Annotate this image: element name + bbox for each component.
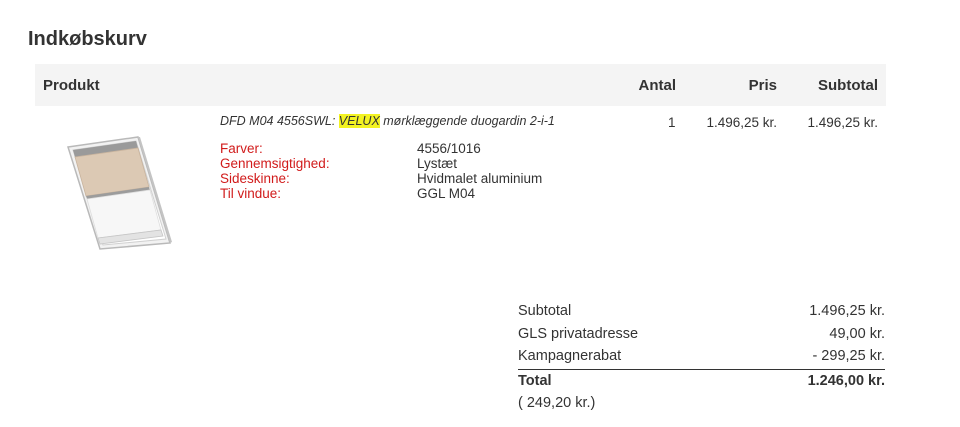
attribute-label: Sideskinne:	[220, 171, 290, 186]
attribute-label: Gennemsigtighed:	[220, 156, 330, 171]
column-header-price: Pris	[748, 77, 777, 94]
totals-subtotal-row: Subtotal 1.496,25 kr.	[518, 300, 885, 323]
totals-discount-row: Kampagnerabat - 299,25 kr.	[518, 345, 885, 368]
attribute-value: Lystæt	[417, 156, 458, 171]
product-attributes: Farver: 4556/1016 Gennemsigtighed: Lystæ…	[220, 141, 542, 201]
cart-table-header: Produkt Antal Pris Subtotal	[35, 64, 886, 106]
column-header-quantity: Antal	[638, 77, 677, 94]
column-header-subtotal: Subtotal	[818, 77, 878, 94]
product-name-prefix: DFD M04 4556SWL:	[220, 114, 339, 128]
item-price: 1.496,25 kr.	[706, 115, 777, 130]
totals-total-label: Total	[518, 373, 552, 389]
attribute-value: GGL M04	[417, 186, 476, 201]
totals-discount-value: - 299,25 kr.	[812, 348, 885, 365]
cart-totals: Subtotal 1.496,25 kr. GLS privatadresse …	[518, 300, 885, 411]
totals-vat-note: ( 249,20 kr.)	[518, 394, 596, 411]
item-quantity: 1	[668, 115, 676, 130]
totals-total-row: Total 1.246,00 kr.	[518, 368, 885, 393]
product-name-link[interactable]: DFD M04 4556SWL: VELUX mørklæggende duog…	[220, 114, 555, 128]
totals-discount-label: Kampagnerabat	[518, 348, 622, 365]
column-header-product: Produkt	[43, 77, 100, 94]
product-name-suffix: mørklæggende duogardin 2-i-1	[379, 114, 555, 128]
attribute-value: 4556/1016	[417, 141, 481, 156]
item-subtotal: 1.496,25 kr.	[807, 115, 878, 130]
attribute-row: Til vindue: GGL M04	[220, 186, 542, 201]
totals-shipping-label: GLS privatadresse	[518, 325, 639, 342]
velux-window-blind-icon	[67, 136, 172, 250]
attribute-label: Farver:	[220, 141, 263, 156]
attribute-row: Gennemsigtighed: Lystæt	[220, 156, 542, 171]
totals-subtotal-value: 1.496,25 kr.	[809, 303, 885, 320]
attribute-value: Hvidmalet aluminium	[417, 171, 543, 186]
totals-total-value: 1.246,00 kr.	[807, 373, 885, 389]
attribute-row: Sideskinne: Hvidmalet aluminium	[220, 171, 542, 186]
totals-shipping-row: GLS privatadresse 49,00 kr.	[518, 323, 885, 346]
product-image[interactable]	[60, 135, 175, 250]
totals-shipping-value: 49,00 kr.	[829, 325, 885, 342]
page-title: Indkøbskurv	[28, 28, 147, 50]
product-brand-highlight: VELUX	[338, 114, 380, 128]
attribute-row: Farver: 4556/1016	[220, 141, 542, 156]
attribute-label: Til vindue:	[220, 186, 282, 201]
totals-subtotal-label: Subtotal	[518, 303, 572, 320]
